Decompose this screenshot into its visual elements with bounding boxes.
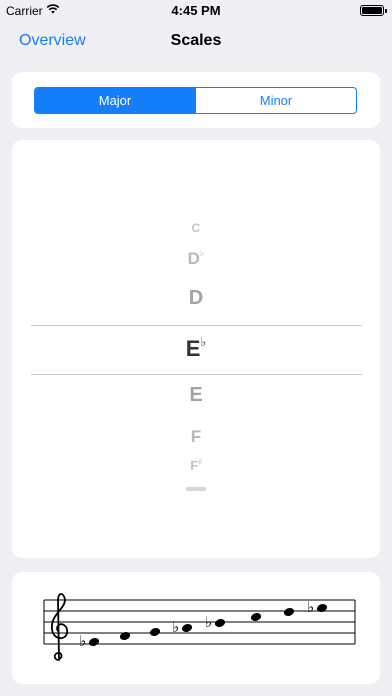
picker-item[interactable]: D♭ <box>12 248 380 269</box>
note-c <box>250 613 262 621</box>
svg-text:♭: ♭ <box>205 613 212 631</box>
page-title: Scales <box>170 32 222 49</box>
note-e-flat: ♭ <box>79 632 100 650</box>
note-g <box>149 628 161 636</box>
svg-text:♭: ♭ <box>307 598 314 616</box>
segment-minor[interactable]: Minor <box>195 88 356 113</box>
note-b-flat: ♭ <box>205 613 226 631</box>
picker-selection-top-divider <box>31 325 362 326</box>
picker-item[interactable]: C <box>12 221 380 235</box>
segment-major[interactable]: Major <box>35 88 195 113</box>
picker-item[interactable]: E <box>12 384 380 407</box>
music-staff: ♭ ♭ ♭ ♭ <box>43 593 356 661</box>
note-f <box>119 632 131 640</box>
picker-item[interactable]: F <box>12 427 380 447</box>
battery-icon <box>360 5 387 16</box>
navigation-bar: Overview Scales <box>0 22 392 62</box>
status-time: 4:45 PM <box>171 3 221 18</box>
picker-item-selected[interactable]: E♭ <box>12 335 380 362</box>
key-picker[interactable]: C D♭ D E♭ E F F♯ <box>12 140 380 558</box>
note-d <box>283 608 295 616</box>
status-bar: Carrier 4:45 PM <box>0 0 392 22</box>
scale-type-segmented-control: Major Minor <box>34 87 357 114</box>
picker-item-faded <box>12 479 380 491</box>
scale-notation-card: ♭ ♭ ♭ ♭ <box>12 572 380 684</box>
scale-type-card: Major Minor <box>12 72 380 128</box>
picker-item[interactable]: F♯ <box>12 458 380 473</box>
note-e-flat-high: ♭ <box>307 598 328 616</box>
treble-clef-icon <box>51 593 69 661</box>
picker-selection-bottom-divider <box>31 374 362 375</box>
picker-item[interactable]: D <box>12 287 380 310</box>
svg-text:♭: ♭ <box>79 632 86 650</box>
svg-text:♭: ♭ <box>172 618 179 636</box>
